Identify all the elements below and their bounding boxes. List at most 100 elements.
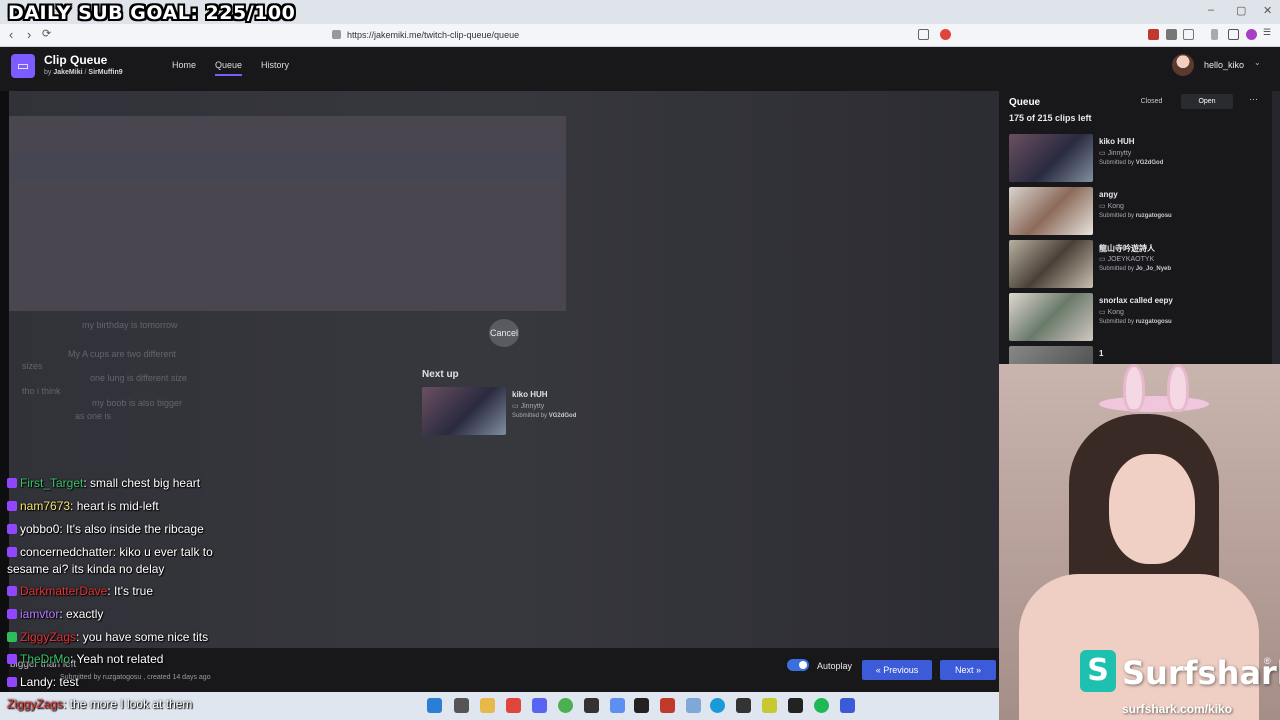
queue-item[interactable]: snorlax called eepy ▭ Kong Submitted by …	[1009, 293, 1269, 341]
queue-item-creator: ▭ Jinnytty	[1099, 150, 1132, 157]
queue-item-title: 1	[1099, 349, 1104, 358]
app-icon[interactable]	[610, 698, 625, 713]
brave-icon-2[interactable]	[660, 698, 675, 713]
site-settings-icon[interactable]	[332, 30, 341, 39]
clip-queue-logo-icon[interactable]: ▭	[11, 54, 35, 78]
command-prompt-icon[interactable]	[788, 698, 803, 713]
nav-home[interactable]: Home	[172, 60, 196, 70]
nav-history[interactable]: History	[261, 60, 289, 70]
address-bar[interactable]: https://jakemiki.me/twitch-clip-queue/qu…	[300, 26, 960, 44]
extension-icon-3[interactable]	[1183, 29, 1194, 40]
author-jakemiki[interactable]: JakeMiki	[53, 69, 82, 76]
app-icon-2[interactable]	[686, 698, 701, 713]
queue-closed-toggle[interactable]: Closed	[1129, 94, 1174, 109]
author-sirmuffin9[interactable]: SirMuffin9	[88, 69, 122, 76]
wallet-icon[interactable]	[1228, 29, 1239, 40]
queue-item-thumbnail	[1009, 134, 1093, 182]
close-window-button[interactable]: ✕	[1263, 4, 1272, 17]
terminal-icon[interactable]	[736, 698, 751, 713]
chat-message: TheDrMo: Yeah not related	[7, 652, 163, 666]
queue-item[interactable]: 1	[1009, 346, 1269, 364]
profile-icon[interactable]	[1246, 29, 1257, 40]
maximize-button[interactable]: ▢	[1236, 4, 1246, 17]
ghost-chat-line: one lung is different size	[90, 373, 187, 383]
queue-item-title: kiko HUH	[1099, 137, 1135, 146]
queue-scrollbar[interactable]	[1272, 91, 1280, 364]
twitch-sub-badge-icon	[7, 586, 17, 596]
previous-button[interactable]: « Previous	[862, 660, 932, 680]
back-button[interactable]: ‹	[9, 27, 13, 42]
app-icon-3[interactable]	[762, 698, 777, 713]
extension-icon-2[interactable]	[1166, 29, 1177, 40]
creator-name: Kong	[1107, 203, 1124, 210]
user-avatar[interactable]	[1172, 54, 1194, 76]
share-icon[interactable]	[918, 29, 929, 40]
username[interactable]: hello_kiko	[1204, 60, 1244, 70]
submitter-name: ruzgatogosu	[1135, 319, 1172, 325]
creator-name: Jinnytty	[1107, 150, 1132, 157]
sponsor-url: surfshark.com/kiko	[1122, 702, 1233, 716]
chat-user: ZiggyZags	[20, 630, 77, 644]
cancel-autoplay-button[interactable]: Cancel	[489, 319, 519, 347]
twitch-sub-badge-icon	[7, 677, 17, 687]
windows-start-icon[interactable]	[427, 698, 442, 713]
app-credits: by JakeMiki / SirMuffin9	[44, 69, 123, 76]
queue-title: Queue	[1009, 97, 1041, 108]
next-up-creator-name: Jinnytty	[520, 403, 545, 410]
spotify-icon[interactable]	[814, 698, 829, 713]
extension-icon[interactable]	[1148, 29, 1159, 40]
app-header: ▭ Clip Queue by JakeMiki / SirMuffin9 Ho…	[0, 47, 1280, 91]
chat-user: First_Target	[20, 476, 84, 490]
next-up-creator: ▭ Jinnytty	[512, 403, 545, 410]
queue-item[interactable]: 龍山寺吟遊詩人 ▭ JOEYKAOTYK Submitted by Jo_Jo_…	[1009, 240, 1269, 288]
queue-item-submitter: Submitted by Jo_Jo_Nyeb	[1099, 266, 1171, 272]
brave-browser-icon[interactable]	[506, 698, 521, 713]
surfshark-logo-icon: S	[1080, 650, 1116, 692]
chat-text: exactly	[66, 607, 104, 621]
next-up-submitter-name: VG2dGod	[548, 413, 577, 419]
bunny-ear-left	[1123, 364, 1145, 412]
chat-message: nam7673: heart is mid-left	[7, 499, 159, 513]
sponsor-registered-mark: ®	[1264, 656, 1271, 666]
discord-icon[interactable]	[532, 698, 547, 713]
more-options-icon[interactable]: ⋯	[1249, 94, 1258, 105]
sidebar-icon[interactable]	[1211, 29, 1218, 40]
ghost-chat-line: my boob is also bigger	[92, 398, 183, 408]
chat-user: Landy	[20, 675, 53, 689]
queue-item-creator: ▭ Kong	[1099, 309, 1124, 316]
capcut-icon[interactable]	[634, 698, 649, 713]
queue-item[interactable]: angy ▭ Kong Submitted by ruzgatogosu	[1009, 187, 1269, 235]
task-view-icon[interactable]	[454, 698, 469, 713]
forward-button[interactable]: ›	[27, 27, 31, 42]
obs-icon[interactable]	[584, 698, 599, 713]
chevron-down-icon[interactable]: ⌄	[1254, 58, 1261, 67]
reload-button[interactable]: ⟳	[42, 27, 51, 40]
chrome-icon[interactable]	[558, 698, 573, 713]
url-text: https://jakemiki.me/twitch-clip-queue/qu…	[347, 30, 520, 40]
next-icon: »	[976, 665, 982, 675]
nav-queue[interactable]: Queue	[215, 60, 243, 76]
brave-shields-icon[interactable]	[940, 29, 951, 40]
queue-item[interactable]: kiko HUH ▭ Jinnytty Submitted by VG2dGod	[1009, 134, 1269, 182]
autoplay-toggle[interactable]	[787, 659, 809, 671]
queue-open-toggle[interactable]: Open	[1181, 94, 1233, 109]
chat-text: sesame ai? its kinda no delay	[7, 562, 165, 576]
twitch-sub-badge-icon	[7, 478, 17, 488]
chat-message-continued: sesame ai? its kinda no delay	[7, 562, 164, 576]
queue-panel: Queue Closed Open ⋯ 175 of 215 clips lef…	[999, 91, 1272, 364]
queue-item-thumbnail	[1009, 187, 1093, 235]
edge-icon[interactable]	[710, 698, 725, 713]
chat-text: the more I look at them	[69, 697, 193, 711]
taskbar: ZiggyZags: the more I look at them	[0, 692, 999, 720]
app-icon-4[interactable]	[840, 698, 855, 713]
queue-item-submitter: Submitted by VG2dGod	[1099, 160, 1163, 166]
chat-user: ZiggyZags	[7, 697, 64, 711]
minimize-button[interactable]: –	[1208, 4, 1214, 16]
creator-name: Kong	[1107, 309, 1124, 316]
next-button[interactable]: Next »	[940, 660, 996, 680]
file-explorer-icon[interactable]	[480, 698, 495, 713]
clip-meta: Submitted by ruzgatogosu , created 14 da…	[60, 674, 211, 681]
menu-icon[interactable]: ☰	[1263, 27, 1274, 38]
chat-message: yobbo0: It's also inside the ribcage	[7, 522, 204, 536]
chat-message: iamvtor: exactly	[7, 607, 103, 621]
